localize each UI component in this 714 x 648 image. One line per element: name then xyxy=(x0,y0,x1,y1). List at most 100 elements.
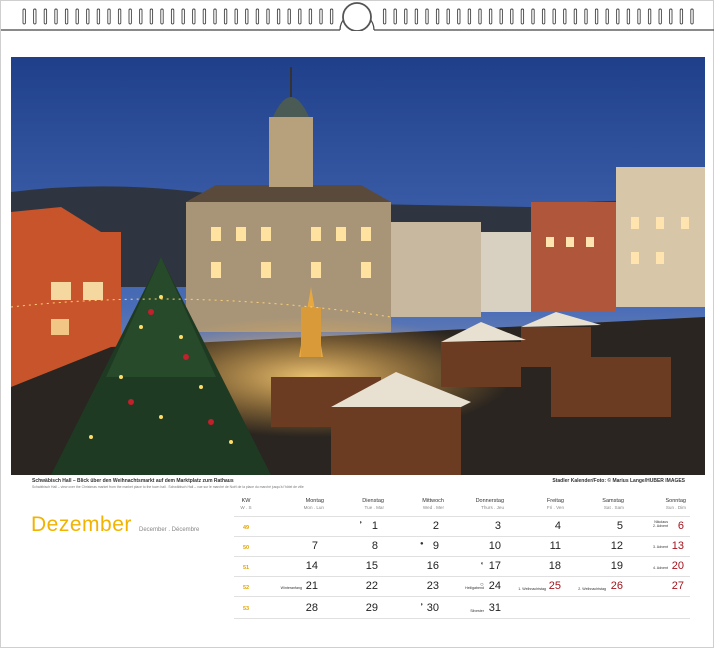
day-cell[interactable]: 15 xyxy=(324,560,378,572)
spiral-ring xyxy=(234,8,238,25)
grid-line xyxy=(234,576,690,577)
spiral-ring xyxy=(594,8,599,25)
spiral-binding xyxy=(1,1,714,31)
day-cell[interactable]: 1 xyxy=(324,520,378,532)
full-moon-icon: ● xyxy=(420,541,424,547)
spiral-ring xyxy=(626,8,631,25)
spiral-ring xyxy=(319,8,323,25)
day-cell[interactable]: 7 xyxy=(264,540,318,552)
spiral-ring xyxy=(669,8,673,25)
spiral-ring xyxy=(552,8,556,25)
spiral-ring xyxy=(255,8,260,25)
holiday-note: Winteranfang xyxy=(280,586,302,590)
spiral-ring xyxy=(616,8,620,25)
day-cell[interactable]: 23 xyxy=(384,580,439,592)
spiral-ring xyxy=(425,8,429,25)
spiral-ring xyxy=(245,8,249,25)
spiral-ring xyxy=(488,8,493,25)
spiral-ring xyxy=(139,8,143,25)
day-cell[interactable]: 22 xyxy=(324,580,378,592)
spiral-ring xyxy=(531,8,535,25)
grid-line xyxy=(234,556,690,557)
spiral-ring xyxy=(64,8,69,25)
photo-credit: Stadler Kalender/Foto: © Marius Lange/HU… xyxy=(552,478,685,484)
spiral-ring xyxy=(690,8,694,25)
spiral-ring xyxy=(329,8,334,25)
spiral-ring xyxy=(520,8,525,25)
spiral-ring xyxy=(213,8,217,25)
last-quarter-moon-icon: ◖ xyxy=(480,561,484,567)
holiday-note: Heiligabend xyxy=(465,586,484,590)
day-cell[interactable]: 12 xyxy=(564,540,623,552)
spiral-ring xyxy=(202,8,207,25)
spiral-ring xyxy=(584,8,588,25)
spiral-ring xyxy=(149,8,154,25)
day-cell[interactable]: 14 xyxy=(264,560,318,572)
spiral-ring xyxy=(298,8,302,25)
spiral-ring xyxy=(86,8,90,25)
spiral-ring xyxy=(33,8,37,25)
spiral-ring xyxy=(54,8,58,25)
spiral-ring xyxy=(75,8,79,25)
day-cell[interactable]: 10 xyxy=(444,540,501,552)
day-cell[interactable]: 4 xyxy=(504,520,561,532)
grid-line xyxy=(234,596,690,597)
day-cell[interactable]: 30 xyxy=(384,602,439,614)
spiral-ring xyxy=(478,8,482,25)
spiral-ring xyxy=(435,8,440,25)
spiral-ring xyxy=(128,8,132,25)
day-cell[interactable]: 28 xyxy=(264,602,318,614)
spiral-ring xyxy=(107,8,111,25)
week-number: 52 xyxy=(242,585,250,591)
spiral-ring xyxy=(446,8,450,25)
christmas-market-photo xyxy=(11,57,705,475)
holiday-note: 2. Weihnachtstag xyxy=(578,587,606,591)
spiral-ring xyxy=(679,8,684,25)
holiday-note: 1. Weihnachtstag xyxy=(518,587,546,591)
grid-line xyxy=(234,618,690,619)
month-title: Dezember xyxy=(31,513,132,536)
day-cell[interactable]: 3 xyxy=(444,520,501,532)
holiday-note: Silvester xyxy=(470,609,484,613)
day-cell[interactable]: 9 xyxy=(384,540,439,552)
day-cell[interactable]: 19 xyxy=(564,560,623,572)
spiral-ring xyxy=(266,8,270,25)
day-cell[interactable]: 18 xyxy=(504,560,561,572)
sunday-cell[interactable]: 27 xyxy=(626,580,684,592)
spiral-ring xyxy=(170,8,175,25)
spiral-ring xyxy=(192,8,196,25)
spiral-ring xyxy=(181,8,185,25)
day-cell[interactable]: 5 xyxy=(564,520,623,532)
holiday-note: Nikolaus 2. Advent xyxy=(653,520,668,529)
day-cell[interactable]: 8 xyxy=(324,540,378,552)
day-cell[interactable]: 16 xyxy=(384,560,439,572)
spiral-ring xyxy=(457,8,461,25)
grid-line xyxy=(234,536,690,537)
spiral-ring xyxy=(467,8,472,25)
spiral-ring xyxy=(308,8,313,25)
spiral-ring xyxy=(647,8,652,25)
spiral-ring xyxy=(510,8,514,25)
day-cell[interactable]: 2 xyxy=(384,520,439,532)
spiral-ring xyxy=(658,8,662,25)
spiral-ring xyxy=(43,8,48,25)
spiral-ring xyxy=(541,8,546,25)
spiral-ring xyxy=(404,8,408,25)
month-subtitle: December . Décembre xyxy=(139,527,200,533)
spiral-ring xyxy=(382,8,387,25)
week-number: 53 xyxy=(242,606,250,612)
spiral-ring xyxy=(637,8,641,25)
day-cell[interactable]: 17 xyxy=(444,560,501,572)
first-quarter-moon-icon: ◗ xyxy=(420,602,424,608)
day-cell[interactable]: 11 xyxy=(504,540,561,552)
spiral-ring xyxy=(287,8,291,25)
spiral-ring xyxy=(605,8,609,25)
spiral-ring xyxy=(117,8,122,25)
first-quarter-moon-icon: ◗ xyxy=(359,520,363,526)
holiday-note: 3. Advent xyxy=(653,545,668,549)
photo-caption: Schwäbisch Hall – Blick über den Weihnac… xyxy=(32,478,234,484)
spiral-ring xyxy=(499,8,503,25)
day-cell[interactable]: 29 xyxy=(324,602,378,614)
week-number: 51 xyxy=(242,565,250,571)
photo-subcaption: Schwäbisch Hall – view over the Christma… xyxy=(32,485,304,489)
